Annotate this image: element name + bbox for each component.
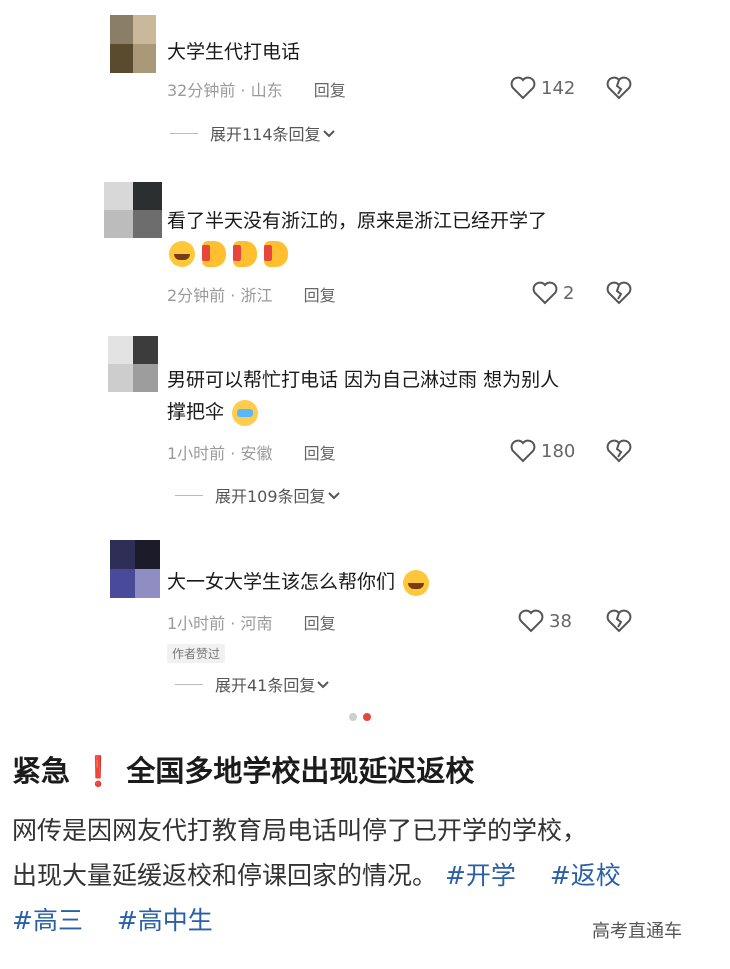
post-headline: 紧急 ❗ 全国多地学校出现延迟返校 — [12, 748, 474, 790]
headline-prefix: 紧急 — [12, 754, 71, 788]
comment-time: 1小时前 — [167, 444, 226, 463]
comment-text: 大一女大学生该怎么帮你们 — [167, 566, 430, 598]
expand-replies[interactable]: 展开41条回复 — [175, 672, 331, 696]
like-button[interactable]: 2 — [532, 281, 574, 305]
exclamation-icon: ❗ — [80, 754, 117, 788]
emoji-row — [167, 241, 289, 267]
comment-location: 浙江 — [240, 286, 273, 305]
headline-title: 全国多地学校出现延迟返校 — [126, 754, 475, 788]
crying-emoji — [232, 399, 259, 426]
expand-replies-label: 展开109条回复 — [215, 487, 326, 506]
avatar[interactable] — [104, 182, 162, 238]
comment-meta: 1小时前 · 安徽 回复 — [167, 440, 336, 464]
reply-button[interactable]: 回复 — [304, 444, 336, 463]
divider-line — [175, 494, 203, 496]
thumbs-up-emoji — [202, 241, 227, 267]
divider-line — [175, 683, 203, 685]
comment-location: 河南 — [240, 614, 273, 633]
hashtag-link[interactable]: #高中生 — [117, 906, 213, 935]
laughing-emoji — [403, 569, 430, 596]
comment-text-continued: 撑把伞 — [167, 396, 259, 428]
like-count: 38 — [549, 610, 572, 632]
carousel-dot-active[interactable] — [363, 713, 371, 721]
comment-time: 1小时前 — [167, 614, 226, 633]
comment-location: 安徽 — [240, 444, 273, 463]
expand-replies[interactable]: 展开109条回复 — [175, 483, 342, 507]
expand-replies-label: 展开114条回复 — [210, 125, 321, 144]
comment-location: 山东 — [250, 81, 283, 100]
like-count: 142 — [541, 77, 576, 99]
expand-replies[interactable]: 展开114条回复 — [170, 121, 337, 145]
expand-replies-label: 展开41条回复 — [215, 676, 316, 695]
comment-text: 大学生代打电话 — [167, 41, 301, 63]
carousel-indicator[interactable] — [349, 713, 371, 721]
heart-icon — [518, 609, 544, 633]
meta-separator: · — [230, 444, 236, 463]
comment-text-body: 大一女大学生该怎么帮你们 — [167, 571, 396, 593]
comment-text: 看了半天没有浙江的，原来是浙江已经开学了 — [167, 210, 548, 232]
dislike-button[interactable] — [606, 609, 632, 633]
comment-text-line2: 撑把伞 — [167, 401, 225, 423]
chevron-down-icon — [327, 492, 340, 500]
comment-meta: 2分钟前 · 浙江 回复 — [167, 282, 336, 306]
laugh-cry-emoji — [169, 241, 195, 267]
thumbs-up-emoji — [233, 241, 258, 267]
comment-time: 2分钟前 — [167, 286, 226, 305]
comment-time: 32分钟前 — [167, 81, 236, 100]
post-body-line2: 出现大量延缓返校和停课回家的情况。 — [12, 861, 438, 890]
broken-heart-icon — [606, 281, 632, 305]
hashtag-link[interactable]: #开学 — [445, 861, 516, 890]
like-count: 180 — [541, 440, 576, 462]
comment-meta: 1小时前 · 河南 回复 — [167, 610, 336, 634]
chevron-down-icon — [317, 681, 330, 689]
broken-heart-icon — [606, 76, 632, 100]
dislike-button[interactable] — [606, 76, 632, 100]
reply-button[interactable]: 回复 — [304, 286, 336, 305]
reply-button[interactable]: 回复 — [304, 614, 336, 633]
comment-text: 男研可以帮忙打电话 因为自己淋过雨 想为别人 — [167, 369, 560, 391]
like-count: 2 — [563, 282, 575, 304]
avatar[interactable] — [110, 15, 156, 73]
heart-icon — [510, 439, 536, 463]
meta-separator: · — [230, 286, 236, 305]
reply-button[interactable]: 回复 — [314, 81, 346, 100]
broken-heart-icon — [606, 439, 632, 463]
comment-meta: 32分钟前 · 山东 回复 — [167, 77, 346, 101]
meta-separator: · — [240, 81, 246, 100]
like-button[interactable]: 142 — [510, 76, 575, 100]
author-liked-badge: 作者赞过 — [167, 644, 226, 663]
post-body-line2-row: 出现大量延缓返校和停课回家的情况。 #开学 #返校 — [12, 853, 724, 898]
chevron-down-icon — [322, 130, 335, 138]
hashtag-link[interactable]: #返校 — [550, 861, 621, 890]
avatar[interactable] — [110, 540, 160, 598]
meta-separator: · — [230, 614, 236, 633]
watermark: 高考直通车 — [592, 921, 682, 942]
carousel-dot[interactable] — [349, 713, 357, 721]
like-button[interactable]: 38 — [518, 609, 572, 633]
heart-icon — [510, 76, 536, 100]
heart-icon — [532, 281, 558, 305]
post-body-line1: 网传是因网友代打教育局电话叫停了已开学的学校， — [12, 816, 588, 845]
broken-heart-icon — [606, 609, 632, 633]
thumbs-up-emoji — [264, 241, 289, 267]
dislike-button[interactable] — [606, 281, 632, 305]
avatar[interactable] — [108, 336, 158, 392]
like-button[interactable]: 180 — [510, 439, 575, 463]
divider-line — [170, 132, 198, 134]
hashtag-link[interactable]: #高三 — [12, 906, 83, 935]
dislike-button[interactable] — [606, 439, 632, 463]
